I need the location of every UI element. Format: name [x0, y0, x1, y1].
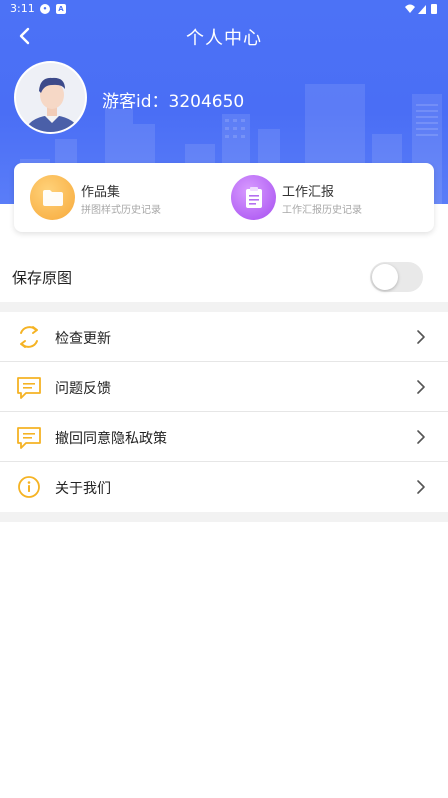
portfolio-entry[interactable]: 作品集 拼图样式历史记录	[30, 163, 230, 232]
wifi-icon	[405, 4, 415, 13]
page-title: 个人中心	[186, 28, 262, 49]
clipboard-icon	[231, 175, 276, 220]
avatar[interactable]	[14, 61, 87, 134]
menu-item-about-us[interactable]: 关于我们	[0, 462, 448, 512]
user-id-text: 游客id：3204650	[102, 92, 245, 112]
quick-access-card: 作品集 拼图样式历史记录 工作汇报 工作汇报历史记录	[14, 163, 434, 232]
menu-label: 检查更新	[55, 331, 111, 347]
status-time: 3:11	[10, 2, 35, 15]
chevron-right-icon	[417, 480, 425, 494]
work-report-entry[interactable]: 工作汇报 工作汇报历史记录	[231, 163, 431, 232]
notification-dot-icon: •	[40, 4, 50, 14]
chevron-right-icon	[417, 330, 425, 344]
menu-item-revoke-privacy[interactable]: 撤回同意隐私政策	[0, 412, 448, 462]
portfolio-title: 作品集	[81, 185, 121, 200]
battery-icon	[431, 4, 437, 14]
message-icon	[17, 427, 41, 449]
profile-screen: 3:11 • A 个人中心 游客id：3204650 作品集 拼图样式历史记录 …	[0, 0, 448, 798]
settings-menu: 检查更新 问题反馈 撤回同意隐私政策 关于我们	[0, 312, 448, 512]
save-original-label: 保存原图	[12, 269, 73, 287]
status-bar: 3:11 • A	[0, 0, 448, 18]
bottom-divider	[0, 512, 448, 522]
info-icon	[18, 476, 40, 498]
menu-label: 问题反馈	[55, 381, 111, 397]
portfolio-subtitle: 拼图样式历史记录	[81, 205, 161, 216]
signal-icon	[418, 5, 426, 14]
refresh-icon	[20, 326, 38, 348]
toggle-knob	[372, 264, 398, 290]
menu-item-check-update[interactable]: 检查更新	[0, 312, 448, 362]
menu-label: 撤回同意隐私政策	[55, 431, 167, 447]
section-divider	[0, 302, 448, 312]
chevron-right-icon	[417, 430, 425, 444]
work-report-subtitle: 工作汇报历史记录	[282, 205, 362, 216]
status-right-icons	[404, 3, 440, 18]
chevron-right-icon	[417, 380, 425, 394]
save-original-row: 保存原图	[0, 252, 448, 302]
menu-label: 关于我们	[55, 481, 111, 497]
folder-icon	[30, 175, 75, 220]
message-icon	[17, 377, 41, 399]
save-original-toggle[interactable]	[370, 262, 423, 292]
sim-icon: A	[56, 4, 66, 14]
menu-item-feedback[interactable]: 问题反馈	[0, 362, 448, 412]
work-report-title: 工作汇报	[282, 185, 335, 200]
